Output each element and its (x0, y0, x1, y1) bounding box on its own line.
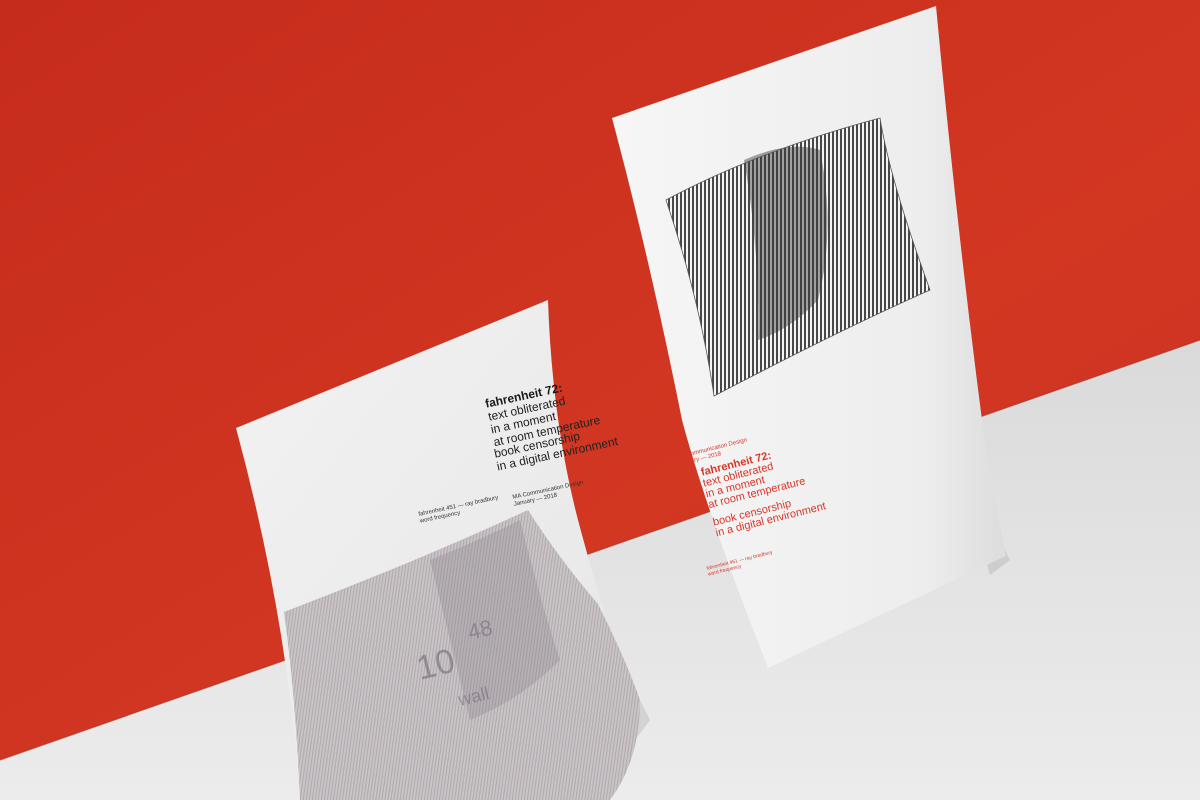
photo-scene: 10 48 wall fahrenheit 72: text obliterat… (0, 0, 1200, 800)
poster-mockup-illustration: 10 48 wall (0, 0, 1200, 800)
